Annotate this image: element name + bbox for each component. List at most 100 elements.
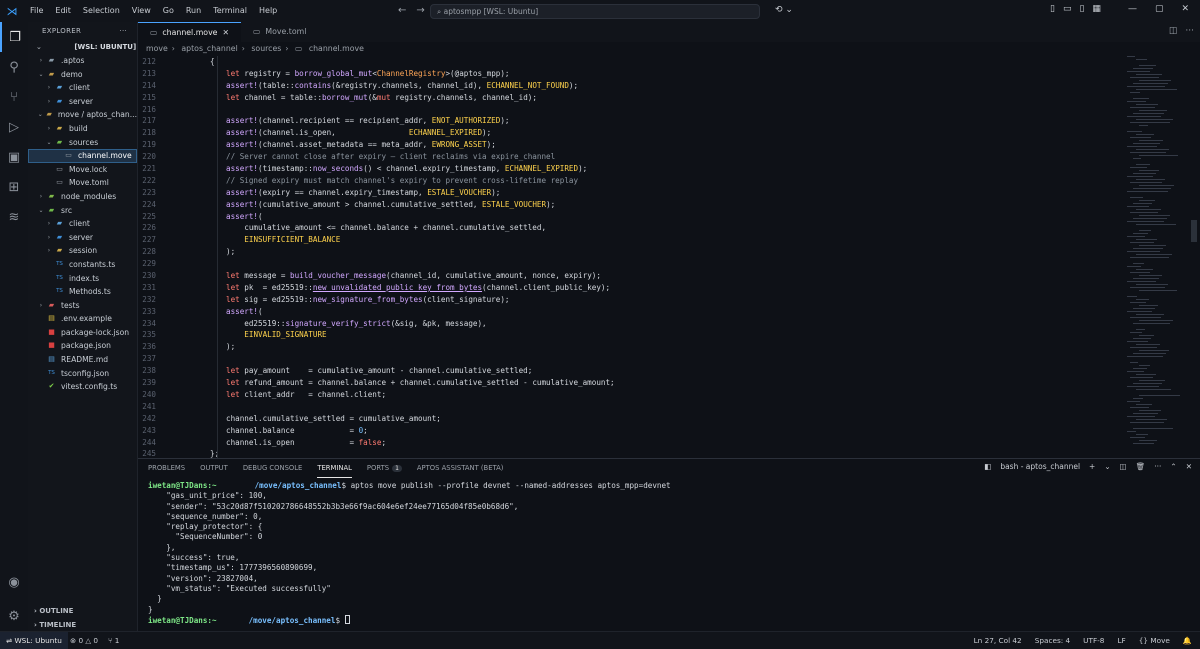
minimize-icon[interactable]: — (1128, 4, 1137, 14)
minimap-line (1133, 338, 1151, 339)
back-arrow-icon[interactable]: ← (398, 5, 406, 16)
menu-item-selection[interactable]: Selection (77, 0, 126, 22)
tab-problems[interactable]: PROBLEMS (148, 459, 185, 477)
remote-explorer-icon[interactable]: ▣ (0, 142, 28, 172)
breadcrumb-item[interactable]: move (146, 44, 168, 53)
tree-item[interactable]: TS tsconfig.json (28, 367, 137, 381)
tree-item[interactable]: › ▰ node_modules (28, 190, 137, 204)
tree-item[interactable]: › ▰ build (28, 122, 137, 136)
outline-section[interactable]: › OUTLINE (28, 604, 138, 618)
menu-item-view[interactable]: View (126, 0, 157, 22)
indentation[interactable]: Spaces: 4 (1035, 632, 1070, 649)
menu-item-file[interactable]: File (24, 0, 49, 22)
tree-item[interactable]: ▭ channel.move (28, 149, 137, 163)
breadcrumb-item[interactable]: channel.move (309, 44, 364, 53)
split-terminal-icon[interactable]: ◫ (1120, 462, 1127, 471)
tree-item[interactable]: TS constants.ts (28, 258, 137, 272)
encoding[interactable]: UTF-8 (1083, 632, 1104, 649)
tree-item[interactable]: ⌄ ▰ src (28, 204, 137, 218)
copilot-icon[interactable]: ⟲ ⌄ (775, 5, 793, 15)
menu-item-run[interactable]: Run (180, 0, 207, 22)
notifications-icon[interactable]: 🔔 (1183, 632, 1192, 649)
menu-item-edit[interactable]: Edit (49, 0, 77, 22)
language-mode[interactable]: {} Move (1139, 632, 1170, 649)
toggle-sidebar-icon[interactable]: ▯ (1050, 4, 1055, 14)
tab-debug-console[interactable]: DEBUG CONSOLE (243, 459, 303, 477)
tree-item[interactable]: ⌄ ▰ sources (28, 136, 137, 150)
breadcrumb-item[interactable]: sources (251, 44, 281, 53)
remote-indicator[interactable]: ⇌ WSL: Ubuntu (0, 632, 68, 649)
cursor-position[interactable]: Ln 27, Col 42 (974, 632, 1022, 649)
tree-item[interactable]: › ▰ session (28, 244, 137, 258)
extensions-icon[interactable]: ⊞ (0, 172, 28, 202)
close-icon[interactable]: ✕ (1182, 4, 1190, 14)
tab-aptos-assistant[interactable]: APTOS ASSISTANT (BETA) (417, 459, 504, 477)
chevron-right-icon: › (39, 301, 43, 309)
terminal-output[interactable]: iwetan@TJDans:~/move/aptos_channel$ apto… (138, 477, 1200, 625)
close-panel-icon[interactable]: ✕ (1186, 462, 1192, 471)
chevron-down-icon[interactable]: ⌄ (1104, 462, 1110, 471)
editor-scrollbar[interactable] (1191, 220, 1197, 242)
code-text: assert!(channel.asset_metadata == meta_a… (226, 140, 496, 150)
customize-layout-icon[interactable]: ▦ (1092, 4, 1101, 14)
search-icon: ⌕ (437, 7, 444, 16)
problems-status[interactable]: ⊗ 0 △ 0 (70, 632, 98, 649)
tree-item[interactable]: › ▰ client (28, 217, 137, 231)
forward-arrow-icon[interactable]: → (416, 5, 424, 16)
minimap[interactable] (1123, 56, 1189, 456)
menu-item-terminal[interactable]: Terminal (207, 0, 253, 22)
tree-item[interactable]: ⌄ ▰ demo (28, 68, 137, 82)
tree-item[interactable]: ▤ .env.example (28, 312, 137, 326)
code-editor[interactable]: 212{213 let registry = borrow_global_mut<… (138, 56, 1123, 458)
toggle-panel-icon[interactable]: ▭ (1063, 4, 1072, 14)
more-actions-icon[interactable]: ··· (119, 22, 127, 40)
aptos-extension-icon[interactable]: ≋ (0, 202, 28, 232)
tree-item[interactable]: TS index.ts (28, 272, 137, 286)
close-tab-icon[interactable]: ✕ (222, 23, 229, 43)
minimap-line (1130, 182, 1162, 183)
menu-item-go[interactable]: Go (157, 0, 180, 22)
search-view-icon[interactable]: ⚲ (0, 52, 28, 82)
tree-item[interactable]: ✔ vitest.config.ts (28, 380, 137, 394)
explorer-icon[interactable]: ❐ (0, 22, 28, 52)
more-actions-icon[interactable]: ··· (1185, 26, 1194, 36)
tree-item[interactable]: ■ package-lock.json (28, 326, 137, 340)
tab-terminal[interactable]: TERMINAL (317, 459, 352, 478)
more-actions-icon[interactable]: ··· (1154, 462, 1161, 471)
folder-icon: ▰ (56, 219, 63, 228)
account-icon[interactable]: ◉ (0, 567, 28, 597)
tab-ports[interactable]: PORTS 1 (367, 459, 402, 478)
trash-icon[interactable]: 🗑 (1136, 462, 1146, 471)
tree-item[interactable]: ▤ README.md (28, 353, 137, 367)
maximize-panel-icon[interactable]: ⌃ (1170, 462, 1176, 471)
tab-output[interactable]: OUTPUT (200, 459, 228, 477)
tree-item[interactable]: ▭ Move.toml (28, 176, 137, 190)
timeline-section[interactable]: › TIMELINE (28, 618, 138, 632)
ports-status[interactable]: ⑂ 1 (108, 632, 119, 649)
breadcrumb-item[interactable]: aptos_channel (181, 44, 237, 53)
workspace-root[interactable]: ⌄ [WSL: UBUNTU] (28, 40, 137, 54)
tab-move-toml[interactable]: ▭ Move.toml (241, 22, 318, 42)
tree-item[interactable]: › ▰ .aptos (28, 54, 137, 68)
tree-item[interactable]: ⌄ ▰ move / aptos_chan... (28, 108, 137, 122)
command-center-search[interactable]: ⌕ aptosmpp [WSL: Ubuntu] (430, 4, 760, 19)
toggle-secondary-sidebar-icon[interactable]: ▯ (1079, 4, 1084, 14)
end-of-line[interactable]: LF (1117, 632, 1125, 649)
settings-gear-icon[interactable]: ⚙ (0, 601, 28, 631)
maximize-icon[interactable]: ▢ (1155, 4, 1164, 14)
tree-item[interactable]: TS Methods.ts (28, 285, 137, 299)
run-debug-icon[interactable]: ▷ (0, 112, 28, 142)
tree-item[interactable]: ▭ Move.lock (28, 163, 137, 177)
tree-item[interactable]: › ▰ tests (28, 299, 137, 313)
tree-item[interactable]: › ▰ client (28, 81, 137, 95)
tree-item[interactable]: ■ package.json (28, 339, 137, 353)
tab-channel-move[interactable]: ▭ channel.move ✕ (138, 22, 242, 43)
terminal-line: "replay_protector": { (148, 522, 263, 532)
tree-item[interactable]: › ▰ server (28, 95, 137, 109)
menu-item-help[interactable]: Help (253, 0, 283, 22)
tree-item[interactable]: › ▰ server (28, 231, 137, 245)
new-terminal-icon[interactable]: + (1089, 462, 1095, 471)
terminal-name[interactable]: bash - aptos_channel (1000, 462, 1080, 471)
split-editor-icon[interactable]: ◫ (1169, 26, 1178, 36)
source-control-icon[interactable]: ⑂ (0, 82, 28, 112)
